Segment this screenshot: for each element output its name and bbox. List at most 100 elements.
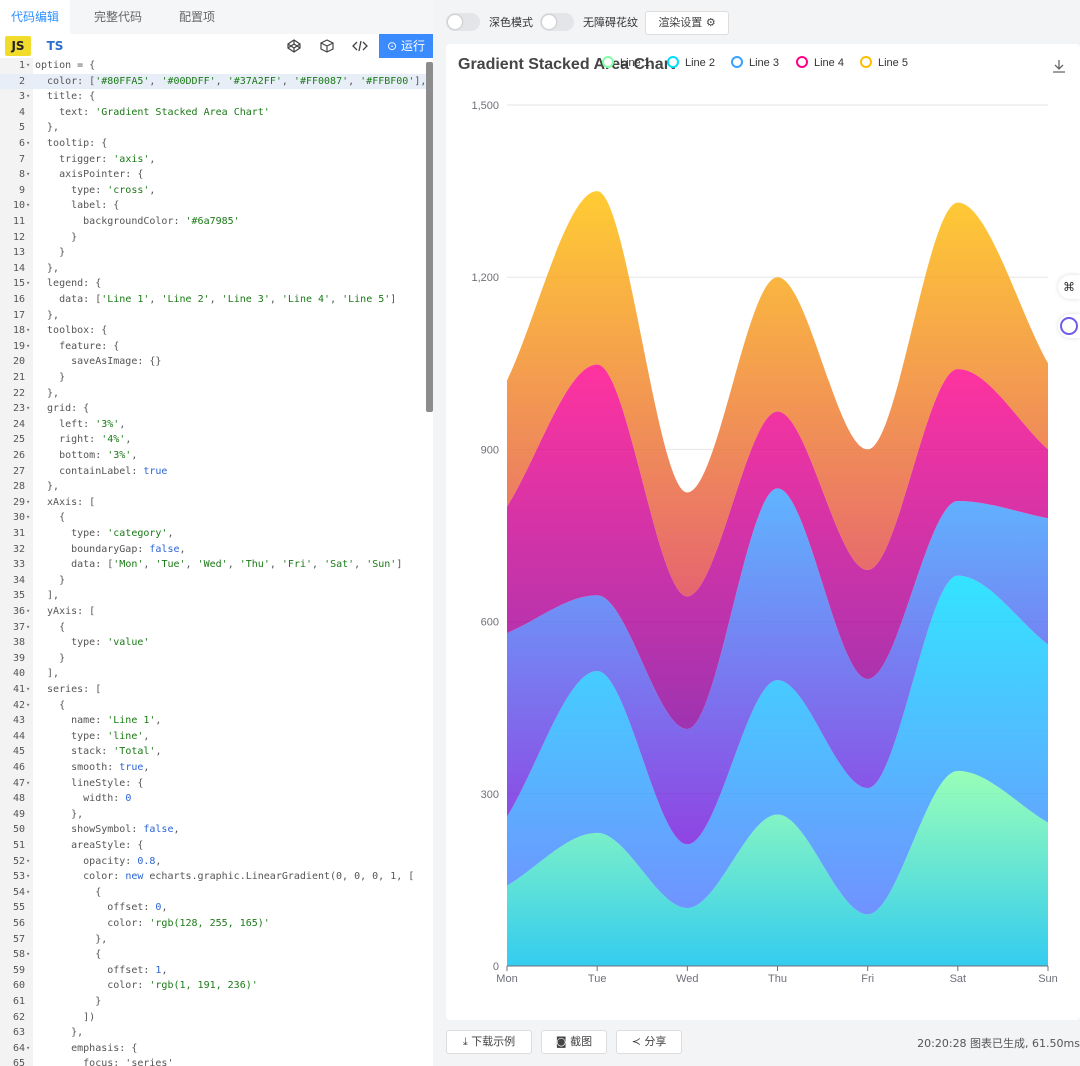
code-line: 62 ]) [0, 1010, 426, 1026]
y-tick-label: 0 [493, 961, 499, 973]
lang-js-button[interactable]: JS [5, 36, 31, 56]
download-icon[interactable] [1053, 60, 1065, 73]
code-text: type: 'value' [35, 637, 150, 649]
x-tick-label: Tue [588, 973, 607, 985]
download-example-button[interactable]: ⤓ 下载示例 [446, 1030, 532, 1054]
code-line: 43 name: 'Line 1', [0, 713, 426, 729]
code-area[interactable]: 1 ▾ option = {2 color: ['#80FFA5', '#00DDF… [0, 58, 433, 1066]
fold-arrow-icon[interactable]: ▾ [26, 198, 30, 214]
legend-item[interactable]: Line 4 [796, 56, 844, 69]
code-text: feature: { [35, 340, 120, 352]
screenshot-button[interactable]: ◙ 截图 [541, 1030, 607, 1054]
tab-config[interactable]: 配置项 [164, 0, 230, 34]
share-button[interactable]: ≺ 分享 [616, 1030, 682, 1054]
fold-arrow-icon[interactable]: ▾ [26, 869, 30, 885]
code-text: tooltip: { [35, 138, 108, 149]
code-text: { [35, 699, 66, 711]
code-line: 8 ▾ axisPointer: { [0, 167, 426, 183]
fold-arrow-icon[interactable]: ▾ [26, 1041, 30, 1057]
code-line: 57 }, [0, 932, 426, 948]
code-line: 47 ▾ lineStyle: { [0, 776, 426, 792]
code-line: 3 ▾ title: { [0, 89, 426, 105]
assistant-icon[interactable] [1058, 314, 1080, 338]
fold-arrow-icon[interactable]: ▾ [26, 167, 30, 183]
cube-icon[interactable] [318, 37, 336, 55]
screenshot-label: 截图 [570, 1035, 593, 1048]
line-number: 39 [12, 652, 25, 664]
fold-arrow-icon[interactable]: ▾ [26, 620, 30, 636]
tab-code-edit[interactable]: 代码编辑 [0, 0, 70, 34]
editor-scrollbar[interactable] [426, 62, 433, 412]
line-number: 46 [12, 762, 25, 773]
fold-arrow-icon[interactable]: ▾ [26, 698, 30, 714]
fold-arrow-icon[interactable]: ▾ [26, 885, 30, 901]
code-line: 41 ▾ series: [ [0, 682, 426, 698]
fold-arrow-icon[interactable]: ▾ [26, 401, 30, 417]
code-line: 45 stack: 'Total', [0, 744, 426, 760]
render-settings-button[interactable]: 渲染设置 ⚙ [645, 11, 729, 35]
preview-panel: 深色模式 无障碍花纹 渲染设置 ⚙ 0 300 600 900 1,200 1,500 Mo… [433, 0, 1080, 1066]
decal-toggle[interactable] [540, 13, 574, 31]
fold-arrow-icon[interactable]: ▾ [26, 947, 30, 963]
line-number: 1 [18, 60, 25, 71]
fold-arrow-icon[interactable]: ▾ [26, 136, 30, 152]
fold-arrow-icon[interactable]: ▾ [26, 495, 30, 511]
fold-arrow-icon[interactable]: ▾ [26, 510, 30, 526]
code-line: 38 type: 'value' [0, 635, 426, 651]
code-icon[interactable] [351, 37, 369, 55]
code-text: backgroundColor: '#6a7985' [35, 216, 240, 227]
dark-mode-label: 深色模式 [489, 16, 533, 29]
code-text: ], [35, 590, 60, 602]
legend-marker [860, 56, 872, 68]
code-text: color: ['#80FFA5', '#00DDFF', '#37A2FF',… [35, 75, 427, 87]
legend-item[interactable]: Line 1 [602, 56, 650, 69]
code-line: 39 } [0, 651, 426, 667]
gear-icon: ⚙ [705, 16, 716, 29]
lang-ts-button[interactable]: TS [42, 36, 68, 56]
code-text: } [35, 372, 66, 383]
legend-item[interactable]: Line 3 [731, 56, 779, 69]
legend-item[interactable]: Line 2 [667, 56, 715, 69]
code-text: }, [35, 387, 60, 399]
fold-arrow-icon[interactable]: ▾ [26, 276, 30, 292]
code-text: type: 'cross', [35, 184, 156, 196]
code-text: emphasis: { [35, 1042, 138, 1054]
codepen-icon[interactable] [285, 37, 303, 55]
code-line: 51 areaStyle: { [0, 838, 426, 854]
fold-arrow-icon[interactable]: ▾ [26, 682, 30, 698]
grid-apps-icon[interactable]: ⌘ [1058, 275, 1080, 299]
code-line: 28 }, [0, 479, 426, 495]
tab-full-code[interactable]: 完整代码 [82, 0, 154, 34]
code-text: }, [35, 122, 60, 134]
code-text: containLabel: true [35, 465, 168, 477]
run-button[interactable]: ⊙ 运行 [379, 34, 433, 58]
y-tick-label: 300 [481, 789, 499, 801]
code-text: title: { [35, 91, 96, 103]
code-text: } [35, 231, 78, 243]
code-text: } [35, 996, 102, 1007]
status-text: 20:20:28 图表已生成, 61.50ms [917, 1037, 1080, 1050]
fold-arrow-icon[interactable]: ▾ [26, 89, 30, 105]
code-text: saveAsImage: {} [35, 356, 162, 368]
fold-arrow-icon[interactable]: ▾ [26, 604, 30, 620]
legend-marker [796, 56, 808, 68]
line-number: 44 [12, 730, 25, 742]
line-number: 60 [12, 980, 25, 992]
code-text: { [35, 949, 102, 961]
fold-arrow-icon[interactable]: ▾ [26, 323, 30, 339]
fold-arrow-icon[interactable]: ▾ [26, 854, 30, 870]
fold-arrow-icon[interactable]: ▾ [26, 776, 30, 792]
dark-mode-toggle[interactable] [446, 13, 480, 31]
line-number: 23 [12, 403, 25, 415]
line-number: 53 [12, 871, 25, 883]
code-text: }, [35, 1027, 84, 1039]
line-number: 5 [18, 122, 25, 134]
code-line: 22 }, [0, 386, 426, 402]
line-number: 49 [12, 808, 25, 820]
code-text: }, [35, 808, 84, 820]
x-tick-label: Fri [861, 973, 874, 985]
line-number: 42 [12, 699, 25, 711]
legend-item[interactable]: Line 5 [860, 56, 908, 69]
fold-arrow-icon[interactable]: ▾ [26, 58, 30, 74]
fold-arrow-icon[interactable]: ▾ [26, 339, 30, 355]
